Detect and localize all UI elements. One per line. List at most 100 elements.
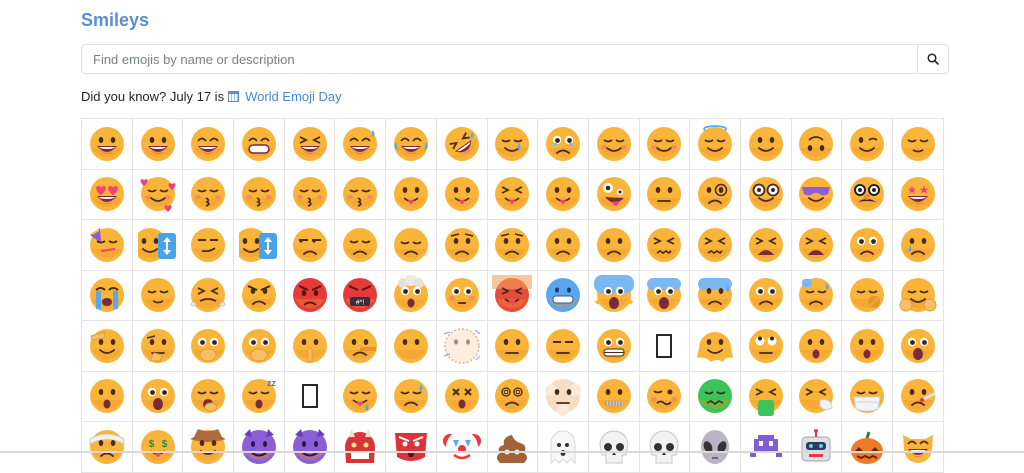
emoji-cell[interactable] bbox=[791, 220, 843, 271]
emoji-cell[interactable] bbox=[284, 220, 336, 271]
emoji-cell[interactable] bbox=[132, 220, 184, 271]
emoji-cell[interactable] bbox=[538, 119, 589, 170]
emoji-cell[interactable] bbox=[639, 270, 691, 321]
emoji-cell[interactable] bbox=[234, 321, 285, 372]
emoji-cell[interactable] bbox=[386, 169, 437, 220]
emoji-cell[interactable] bbox=[740, 270, 792, 321]
emoji-cell[interactable] bbox=[588, 169, 640, 220]
emoji-cell[interactable] bbox=[893, 371, 944, 422]
emoji-cell[interactable] bbox=[842, 169, 893, 220]
emoji-cell[interactable] bbox=[82, 220, 133, 271]
emoji-cell[interactable] bbox=[690, 422, 741, 473]
emoji-cell[interactable] bbox=[82, 422, 133, 473]
emoji-cell[interactable] bbox=[791, 422, 843, 473]
emoji-cell[interactable] bbox=[639, 371, 691, 422]
emoji-cell[interactable] bbox=[690, 119, 741, 170]
emoji-cell[interactable] bbox=[893, 321, 944, 372]
emoji-cell[interactable] bbox=[436, 371, 488, 422]
emoji-cell[interactable] bbox=[386, 371, 437, 422]
emoji-cell[interactable] bbox=[538, 321, 589, 372]
emoji-cell[interactable] bbox=[487, 270, 539, 321]
emoji-cell[interactable] bbox=[284, 169, 336, 220]
emoji-cell[interactable] bbox=[538, 371, 589, 422]
emoji-cell[interactable] bbox=[335, 371, 387, 422]
emoji-cell[interactable] bbox=[740, 220, 792, 271]
emoji-cell[interactable] bbox=[183, 270, 235, 321]
emoji-cell[interactable] bbox=[487, 220, 539, 271]
emoji-cell[interactable] bbox=[588, 270, 640, 321]
emoji-cell[interactable] bbox=[335, 169, 387, 220]
emoji-cell[interactable] bbox=[842, 371, 893, 422]
emoji-cell[interactable] bbox=[82, 321, 133, 372]
emoji-cell[interactable] bbox=[183, 169, 235, 220]
search-button[interactable] bbox=[917, 45, 948, 73]
emoji-cell[interactable] bbox=[588, 119, 640, 170]
emoji-cell[interactable] bbox=[842, 422, 893, 473]
emoji-cell[interactable] bbox=[690, 371, 741, 422]
emoji-cell[interactable] bbox=[893, 270, 944, 321]
emoji-cell[interactable] bbox=[132, 321, 184, 372]
emoji-cell[interactable] bbox=[183, 371, 235, 422]
emoji-cell[interactable] bbox=[132, 119, 184, 170]
emoji-cell[interactable] bbox=[82, 119, 133, 170]
emoji-cell[interactable] bbox=[284, 119, 336, 170]
emoji-cell[interactable] bbox=[893, 220, 944, 271]
emoji-cell[interactable] bbox=[740, 371, 792, 422]
emoji-cell[interactable] bbox=[588, 422, 640, 473]
emoji-cell[interactable] bbox=[234, 169, 285, 220]
emoji-cell[interactable] bbox=[436, 422, 488, 473]
emoji-cell[interactable] bbox=[842, 321, 893, 372]
emoji-cell[interactable] bbox=[234, 220, 285, 271]
emoji-cell[interactable] bbox=[335, 321, 387, 372]
emoji-cell[interactable] bbox=[588, 371, 640, 422]
emoji-cell[interactable] bbox=[740, 169, 792, 220]
emoji-cell[interactable] bbox=[386, 321, 437, 372]
emoji-cell[interactable] bbox=[791, 119, 843, 170]
emoji-cell[interactable] bbox=[82, 371, 133, 422]
emoji-cell[interactable] bbox=[791, 270, 843, 321]
emoji-cell[interactable] bbox=[690, 321, 741, 372]
emoji-cell[interactable] bbox=[386, 119, 437, 170]
world-emoji-day-link[interactable]: World Emoji Day bbox=[245, 89, 342, 104]
emoji-cell[interactable] bbox=[538, 220, 589, 271]
emoji-cell[interactable] bbox=[487, 119, 539, 170]
emoji-cell[interactable] bbox=[284, 321, 336, 372]
emoji-cell[interactable] bbox=[588, 321, 640, 372]
emoji-cell[interactable] bbox=[386, 270, 437, 321]
emoji-cell[interactable] bbox=[639, 422, 691, 473]
emoji-cell[interactable] bbox=[791, 321, 843, 372]
emoji-cell[interactable] bbox=[842, 270, 893, 321]
emoji-cell[interactable] bbox=[436, 220, 488, 271]
emoji-cell[interactable] bbox=[690, 220, 741, 271]
emoji-cell[interactable] bbox=[740, 321, 792, 372]
emoji-cell[interactable] bbox=[386, 422, 437, 473]
emoji-cell[interactable] bbox=[639, 119, 691, 170]
emoji-cell[interactable] bbox=[335, 220, 387, 271]
emoji-cell[interactable] bbox=[132, 169, 184, 220]
search-input[interactable] bbox=[82, 45, 917, 73]
emoji-cell[interactable] bbox=[436, 270, 488, 321]
emoji-cell[interactable] bbox=[538, 270, 589, 321]
emoji-cell[interactable] bbox=[183, 422, 235, 473]
emoji-cell[interactable] bbox=[538, 169, 589, 220]
emoji-cell[interactable] bbox=[690, 169, 741, 220]
emoji-cell[interactable] bbox=[335, 422, 387, 473]
emoji-cell[interactable] bbox=[639, 169, 691, 220]
emoji-cell[interactable] bbox=[639, 220, 691, 271]
emoji-cell[interactable] bbox=[893, 169, 944, 220]
emoji-cell[interactable] bbox=[487, 169, 539, 220]
emoji-cell[interactable] bbox=[436, 321, 488, 372]
emoji-cell[interactable] bbox=[893, 119, 944, 170]
emoji-cell[interactable] bbox=[791, 169, 843, 220]
emoji-cell[interactable] bbox=[487, 321, 539, 372]
emoji-cell[interactable] bbox=[234, 270, 285, 321]
emoji-cell[interactable] bbox=[436, 119, 488, 170]
emoji-cell[interactable] bbox=[234, 422, 285, 473]
emoji-cell[interactable] bbox=[740, 422, 792, 473]
emoji-cell[interactable] bbox=[842, 119, 893, 170]
emoji-cell[interactable] bbox=[335, 119, 387, 170]
emoji-cell[interactable] bbox=[234, 119, 285, 170]
emoji-cell[interactable]: $ $ bbox=[132, 422, 184, 473]
emoji-cell[interactable] bbox=[893, 422, 944, 473]
emoji-cell[interactable] bbox=[487, 422, 539, 473]
